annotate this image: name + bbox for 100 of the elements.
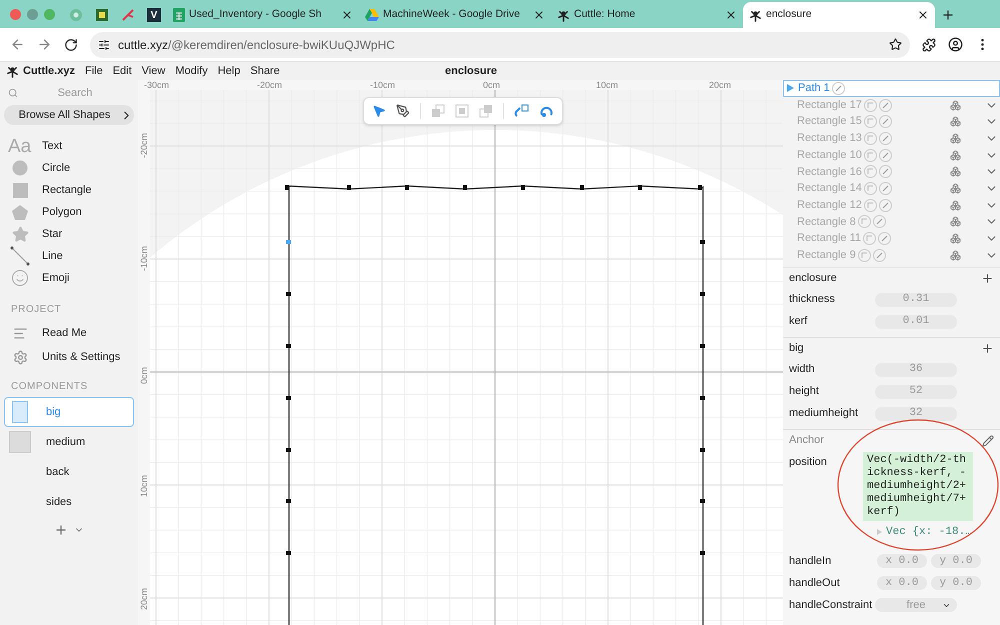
browser-tab[interactable]: Cuttle: Home — [551, 2, 743, 28]
bookmark-star-icon[interactable] — [889, 38, 902, 51]
triangle-drive-icon — [365, 9, 379, 21]
layer-name: Rectangle 15 — [797, 114, 862, 130]
pen-slash-icon[interactable] — [878, 232, 892, 246]
shape-label: Star — [42, 226, 62, 242]
menu-item[interactable]: View — [142, 62, 166, 80]
pentagon-icon — [12, 204, 28, 220]
add-parameter-icon[interactable] — [981, 272, 994, 285]
layer-name: Rectangle 16 — [797, 164, 862, 180]
close-tab-icon[interactable] — [917, 9, 929, 21]
corner-path-icon[interactable] — [864, 132, 877, 145]
shape-label: Line — [42, 248, 63, 264]
browser-tab[interactable]: Used_Inventory - Google Sh — [167, 2, 359, 28]
pen-slash-icon[interactable] — [872, 248, 886, 262]
pen-slash-icon[interactable] — [832, 82, 845, 95]
ruler-label: 20cm — [139, 588, 149, 610]
browser-tab[interactable]: MachineWeek - Google Drive — [359, 2, 551, 28]
pen-slash-icon[interactable] — [878, 165, 892, 178]
pen-tool-icon[interactable] — [396, 104, 410, 118]
ruler-label: -10cm — [139, 246, 149, 271]
component-item[interactable]: big — [4, 397, 134, 427]
shape-item[interactable]: Rectangle — [4, 179, 134, 201]
shape-item[interactable]: Aa Text — [4, 135, 134, 157]
menu-item[interactable]: Edit — [112, 62, 132, 80]
ruler-label: 20cm — [709, 80, 732, 90]
project-item[interactable]: Units & Settings — [4, 345, 134, 369]
expression-field[interactable]: Vec(-width/2-thickness-kerf, -mediumheight/2+mediumheight/7+kerf) — [863, 452, 973, 521]
profile-icon[interactable] — [948, 37, 963, 52]
add-component-icon[interactable] — [54, 523, 68, 537]
shape-label: Emoji — [42, 270, 70, 286]
shape-item[interactable]: Polygon — [4, 201, 134, 223]
layer-row[interactable]: Path 1 — [783, 80, 1000, 97]
component-item[interactable]: medium — [4, 427, 134, 457]
project-item[interactable]: Read Me — [4, 321, 134, 345]
shape-item[interactable]: Line — [4, 245, 134, 267]
browser-tab[interactable]: enclosure — [743, 2, 935, 28]
close-tab-icon[interactable] — [533, 9, 545, 21]
component-item[interactable]: sides — [4, 487, 134, 517]
cuttle-logo-icon — [749, 8, 762, 22]
shape-label: Polygon — [42, 204, 82, 220]
layer-name: Rectangle 11 — [797, 231, 862, 246]
ruler-label: -20cm — [257, 80, 282, 90]
text-aa-icon: Aa — [8, 136, 32, 156]
shape-item[interactable]: Star — [4, 223, 134, 245]
pen-slash-icon[interactable] — [878, 115, 892, 128]
pen-slash-icon[interactable] — [878, 182, 892, 195]
pinned-tab[interactable]: V — [141, 2, 167, 28]
pen-slash-icon[interactable] — [878, 98, 892, 112]
corner-path-icon[interactable] — [864, 198, 877, 212]
corner-path-icon[interactable] — [858, 248, 871, 262]
forward-arrow-icon[interactable] — [37, 37, 52, 52]
section-heading: COMPONENTS — [11, 380, 89, 394]
menu-item[interactable]: Help — [218, 62, 240, 80]
corner-path-icon[interactable] — [864, 148, 877, 162]
pen-slash-icon[interactable] — [878, 132, 892, 145]
menu-item[interactable]: File — [84, 62, 103, 80]
pen-slash-icon[interactable] — [878, 198, 892, 212]
ruler-label: -10cm — [370, 80, 396, 90]
layer-name: Rectangle 10 — [797, 148, 862, 163]
select-arrow-icon[interactable] — [372, 104, 386, 118]
corner-path-icon[interactable] — [864, 165, 877, 178]
corner-path-icon[interactable] — [858, 215, 871, 228]
expression-result: Vec {x: -18.… — [886, 524, 972, 540]
reload-icon[interactable] — [64, 38, 78, 52]
parameter-name: height — [789, 384, 820, 400]
corner-path-icon[interactable] — [863, 232, 876, 246]
corner-path-icon[interactable] — [864, 115, 877, 128]
new-tab-icon[interactable] — [941, 8, 955, 22]
app-logo-text: Cuttle.xyz — [23, 64, 75, 79]
layer-name: Rectangle 17 — [797, 98, 862, 113]
close-tab-icon[interactable] — [341, 9, 353, 21]
corner-path-icon[interactable] — [864, 182, 877, 195]
component-item[interactable]: back — [4, 457, 134, 487]
layer-name: Rectangle 14 — [797, 181, 862, 196]
pen-slash-icon[interactable] — [878, 148, 892, 162]
search-field[interactable]: Search — [20, 84, 130, 102]
layer-name: Rectangle 12 — [797, 198, 862, 213]
shape-item[interactable]: Circle — [4, 157, 134, 179]
url-text: cuttle.xyz/@keremdiren/enclosure-bwiKUuQJWpHC — [118, 36, 395, 54]
expand-triangle-icon[interactable] — [787, 84, 794, 92]
edit-pencil-icon[interactable] — [982, 434, 994, 447]
site-settings-icon[interactable] — [98, 38, 110, 50]
menu-item[interactable]: Share — [250, 62, 280, 80]
menu-item[interactable]: Modify — [175, 62, 208, 80]
address-bar[interactable]: cuttle.xyz/@keremdiren/enclosure-bwiKUuQJWpHC — [90, 32, 910, 58]
link-grid-icon[interactable] — [514, 104, 529, 118]
corner-path-icon[interactable] — [864, 98, 877, 112]
spark-icon — [121, 8, 135, 22]
component-label: sides — [46, 494, 72, 510]
extensions-icon[interactable] — [922, 38, 936, 52]
text-lines-icon — [12, 326, 28, 340]
close-tab-icon[interactable] — [725, 9, 737, 21]
browse-shapes-button[interactable]: Browse All Shapes — [4, 105, 134, 125]
rectangle-icon — [12, 182, 28, 198]
pen-slash-icon[interactable] — [872, 215, 886, 228]
layer-name: Rectangle 8 — [797, 214, 856, 230]
shape-item[interactable]: Emoji — [4, 267, 134, 289]
layer-name: Rectangle 13 — [797, 131, 862, 146]
add-parameter-icon[interactable] — [981, 342, 994, 355]
